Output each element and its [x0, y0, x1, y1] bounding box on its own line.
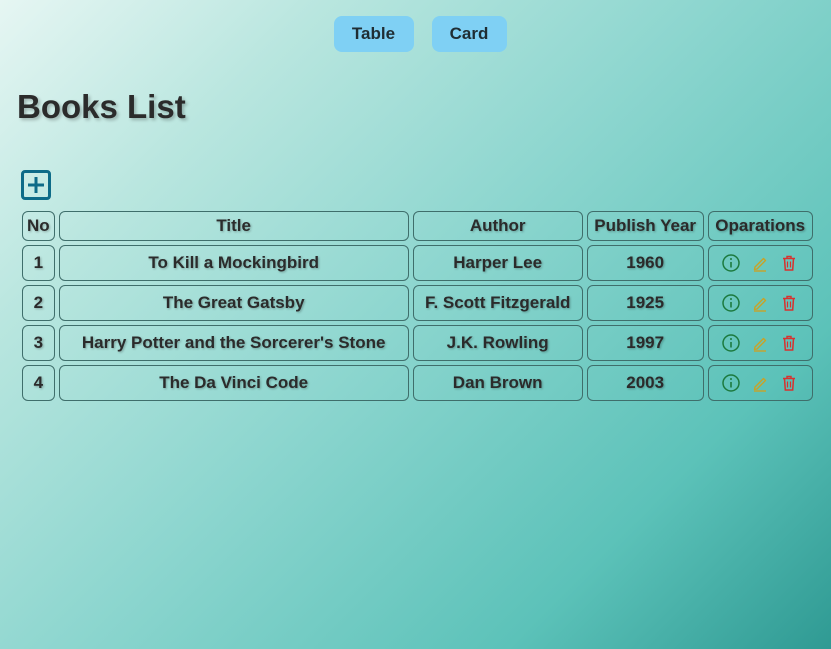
cell-operations: [707, 285, 813, 321]
table-row: 3 Harry Potter and the Sorcerer's Stone J.…: [22, 325, 813, 361]
cell-publish-year: 2003: [586, 365, 704, 401]
cell-author: Harper Lee: [412, 245, 583, 281]
trash-icon[interactable]: [779, 373, 799, 393]
trash-icon[interactable]: [779, 253, 799, 273]
cell-title: To Kill a Mockingbird: [58, 245, 409, 281]
pencil-icon[interactable]: [750, 373, 770, 393]
table-row: 4 The Da Vinci Code Dan Brown 2003: [22, 365, 813, 401]
header-no: No: [22, 211, 55, 241]
info-circle-icon[interactable]: [721, 333, 741, 353]
trash-icon[interactable]: [779, 293, 799, 313]
table-view-button[interactable]: Table: [333, 16, 414, 52]
header-title: Title: [58, 211, 409, 241]
table-header-row: No Title Author Publish Year Oparations: [22, 211, 813, 241]
cell-author: F. Scott Fitzgerald: [412, 285, 583, 321]
table-row: 1 To Kill a Mockingbird Harper Lee 1960: [22, 245, 813, 281]
cell-publish-year: 1960: [586, 245, 704, 281]
pencil-icon[interactable]: [750, 293, 770, 313]
cell-no: 1: [22, 245, 55, 281]
header-author: Author: [412, 211, 583, 241]
info-circle-icon[interactable]: [721, 373, 741, 393]
cell-author: J.K. Rowling: [412, 325, 583, 361]
header-operations: Oparations: [707, 211, 813, 241]
table-row: 2 The Great Gatsby F. Scott Fitzgerald 1925: [22, 285, 813, 321]
cell-title: The Great Gatsby: [58, 285, 409, 321]
cell-title: Harry Potter and the Sorcerer's Stone: [58, 325, 409, 361]
info-circle-icon[interactable]: [721, 253, 741, 273]
cell-author: Dan Brown: [412, 365, 583, 401]
view-toggle: Table Card: [0, 16, 831, 52]
page-title: Books List: [17, 88, 186, 125]
cell-operations: [707, 245, 813, 281]
plus-square-icon: [28, 177, 44, 193]
cell-operations: [707, 365, 813, 401]
info-circle-icon[interactable]: [721, 293, 741, 313]
pencil-icon[interactable]: [750, 333, 770, 353]
cell-publish-year: 1997: [586, 325, 704, 361]
cell-no: 3: [22, 325, 55, 361]
header-publish-year: Publish Year: [586, 211, 704, 241]
card-view-button[interactable]: Card: [431, 16, 507, 52]
cell-operations: [707, 325, 813, 361]
cell-no: 4: [22, 365, 55, 401]
cell-publish-year: 1925: [586, 285, 704, 321]
cell-no: 2: [22, 285, 55, 321]
cell-title: The Da Vinci Code: [58, 365, 409, 401]
trash-icon[interactable]: [779, 333, 799, 353]
books-table: No Title Author Publish Year Oparations …: [18, 207, 817, 405]
pencil-icon[interactable]: [750, 253, 770, 273]
add-book-button[interactable]: [21, 170, 51, 200]
